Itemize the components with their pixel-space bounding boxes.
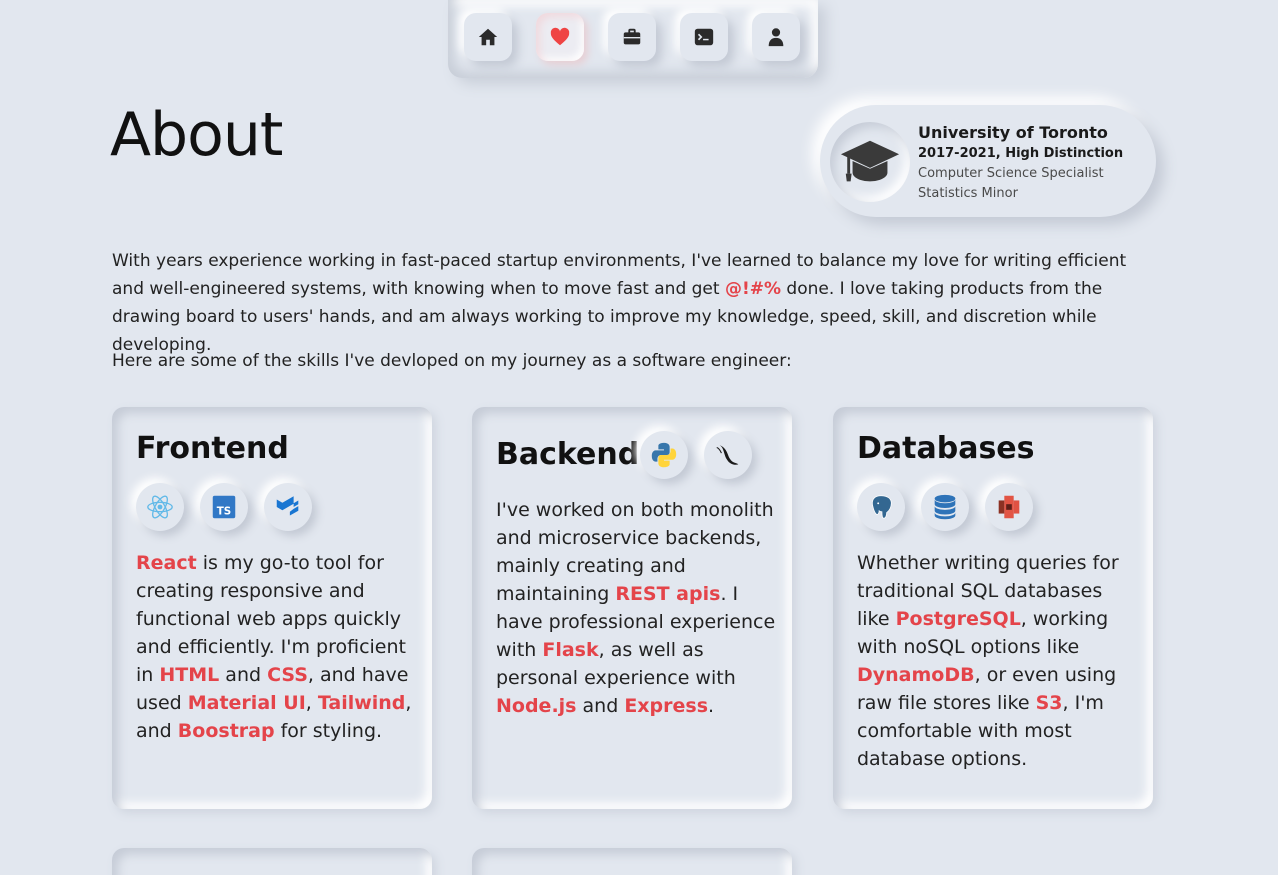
skill-rest-apis: REST apis	[615, 583, 721, 605]
skill-flask: Flask	[542, 639, 599, 661]
nav-work-button[interactable]	[608, 13, 656, 61]
intro-highlight: @!#%	[724, 279, 781, 299]
page-title: About	[110, 100, 283, 170]
react-chip	[136, 483, 184, 531]
education-minor: Statistics Minor	[918, 186, 1018, 201]
skill-bootstrap: Boostrap	[177, 720, 275, 742]
nav-about-button[interactable]	[536, 13, 584, 61]
next-card-left	[112, 848, 432, 875]
education-major: Computer Science Specialist	[918, 166, 1104, 181]
material-ui-icon	[276, 496, 299, 516]
s3-chip	[985, 483, 1033, 531]
skill-html: HTML	[159, 664, 220, 686]
flask-chip	[704, 431, 752, 479]
typescript-chip: TS	[200, 483, 248, 531]
nav-projects-button[interactable]	[680, 13, 728, 61]
typescript-icon: TS	[212, 495, 236, 519]
postgresql-icon	[872, 495, 892, 519]
education-icon-well	[830, 122, 910, 202]
dynamodb-icon	[934, 494, 956, 520]
skill-postgresql: PostgreSQL	[895, 608, 1021, 630]
education-years: 2017-2021, High Distinction	[918, 146, 1124, 161]
skill-express: Express	[624, 695, 709, 717]
skills-intro: Here are some of the skills I've devlope…	[112, 351, 792, 371]
frontend-card: Frontend TS React is my go-to tool for c…	[112, 407, 432, 809]
python-icon	[651, 442, 677, 468]
databases-card: Databases Whether writing queries for tr…	[833, 407, 1153, 809]
terminal-icon	[694, 28, 714, 46]
skill-dynamodb: DynamoDB	[857, 664, 975, 686]
postgresql-chip	[857, 483, 905, 531]
backend-card-title: Backend	[496, 437, 640, 472]
intro-paragraph: With years experience working in fast-pa…	[112, 251, 1127, 355]
dynamodb-chip	[921, 483, 969, 531]
react-icon	[147, 495, 173, 519]
graduation-cap-icon	[840, 140, 900, 182]
next-card-middle	[472, 848, 792, 875]
svg-text:TS: TS	[217, 506, 231, 518]
databases-card-title: Databases	[857, 431, 1035, 466]
top-nav	[448, 0, 818, 78]
skill-react: React	[136, 552, 197, 574]
skill-material-ui: Material UI	[187, 692, 306, 714]
heart-icon	[550, 27, 570, 46]
education-badge: University of Toronto 2017-2021, High Di…	[820, 105, 1156, 217]
python-chip	[640, 431, 688, 479]
skill-css: CSS	[267, 664, 308, 686]
databases-card-body: Whether writing queries for traditional …	[857, 552, 1119, 770]
material-ui-chip	[264, 483, 312, 531]
backend-card: Backend I've worked on both monolith and…	[472, 407, 792, 809]
backend-card-body: I've worked on both monolith and microse…	[496, 499, 776, 717]
person-icon	[768, 28, 784, 47]
frontend-card-title: Frontend	[136, 431, 289, 466]
skill-tailwind: Tailwind	[317, 692, 406, 714]
skill-nodejs: Node.js	[496, 695, 577, 717]
education-school: University of Toronto	[918, 123, 1108, 142]
frontend-card-body: React is my go-to tool for creating resp…	[136, 552, 412, 742]
briefcase-icon	[623, 28, 641, 45]
s3-icon	[998, 495, 1020, 519]
nav-contact-button[interactable]	[752, 13, 800, 61]
nav-home-button[interactable]	[464, 13, 512, 61]
home-icon	[478, 28, 498, 46]
skill-s3: S3	[1035, 692, 1063, 714]
flask-icon	[716, 444, 739, 465]
